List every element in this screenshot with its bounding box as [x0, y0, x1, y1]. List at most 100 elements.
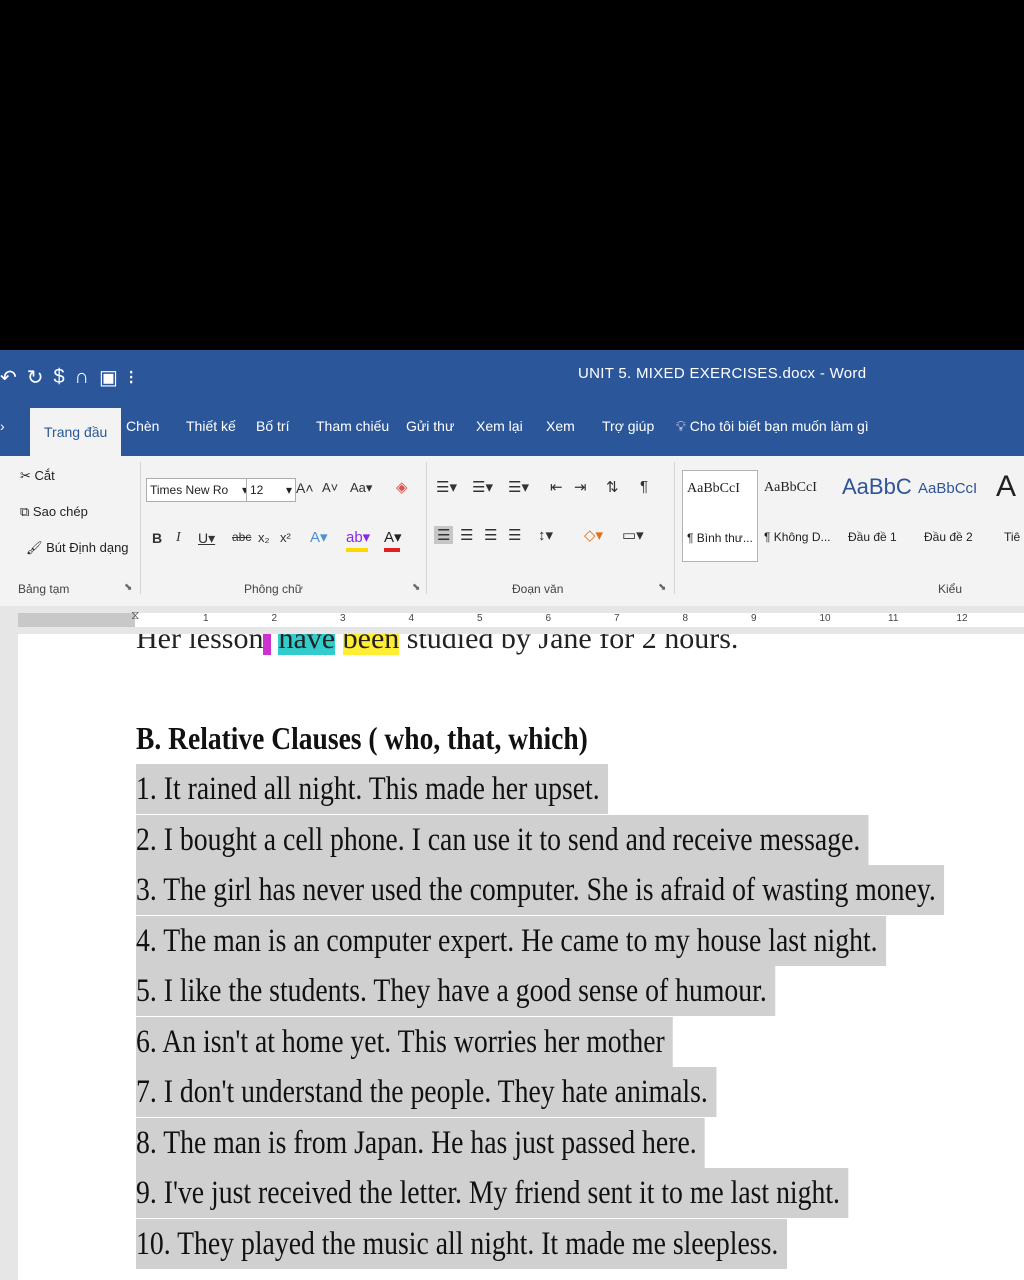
style-name: Tiê: [1004, 530, 1021, 544]
ruler-number: 12: [956, 613, 968, 624]
style-sample: A: [996, 470, 1017, 503]
exercise-text: 9. I've just received the letter. My fri…: [136, 1168, 849, 1218]
decrease-indent-icon[interactable]: ⇤: [550, 478, 563, 496]
align-center-icon[interactable]: ☰: [460, 526, 473, 544]
cut-button[interactable]: ✂ Cắt: [20, 468, 55, 484]
black-letterbox-top: [0, 0, 1024, 350]
underline-button[interactable]: U▾: [198, 530, 215, 547]
text-effects-icon[interactable]: A▾: [310, 528, 328, 546]
highlight-color-swatch: [346, 548, 368, 552]
tab-view[interactable]: Xem: [546, 418, 575, 434]
ruler-margin: [18, 613, 135, 627]
justify-icon[interactable]: ☰: [508, 526, 521, 544]
strikethrough-button[interactable]: abc: [232, 530, 251, 544]
style-sample: AaBbC: [842, 474, 912, 499]
style-no-spacing[interactable]: AaBbCcI ¶ Không D...: [760, 470, 834, 560]
repeat-icon[interactable]: $: [54, 366, 65, 389]
italic-button[interactable]: I: [176, 530, 181, 546]
change-case-button[interactable]: Aa▾: [350, 480, 372, 496]
font-group-label: Phông chữ: [244, 582, 303, 596]
tab-layout[interactable]: Bố trí: [256, 418, 289, 434]
clipboard-group-label: Bảng tạm: [18, 582, 70, 596]
borders-icon[interactable]: ▭▾: [622, 526, 644, 544]
exercise-line: 4. The man is an computer expert. He cam…: [136, 915, 1024, 967]
copy-button[interactable]: ⧉ Sao chép: [20, 504, 88, 520]
ruler-number: 10: [819, 613, 831, 624]
exercise-text: 1. It rained all night. This made her up…: [136, 764, 609, 814]
font-name-value: Times New Ro: [150, 483, 229, 497]
line-spacing-icon[interactable]: ↕▾: [538, 526, 553, 544]
ruler-number: 1: [203, 613, 209, 624]
highlight-color-icon[interactable]: ab▾: [346, 528, 370, 546]
exercise-list: 1. It rained all night. This made her up…: [136, 764, 1024, 1269]
tab-home[interactable]: Trang đầu: [30, 408, 122, 456]
ruler-number: 11: [888, 613, 899, 624]
ruler-number: 3: [340, 613, 346, 624]
exercise-line: 5. I like the students. They have a good…: [136, 966, 1024, 1017]
exercise-text: 5. I like the students. They have a good…: [136, 966, 776, 1016]
document-page[interactable]: Her lesson have been studied by Jane for…: [18, 634, 1024, 1280]
font-name-combo[interactable]: Times New Ro ▾: [146, 478, 252, 502]
subscript-button[interactable]: x₂: [258, 530, 270, 545]
tab-design[interactable]: Thiết kế: [186, 418, 236, 434]
sort-icon[interactable]: ⇅: [606, 478, 619, 496]
horizontal-ruler[interactable]: ⧖ 12345678910111213: [0, 606, 1024, 634]
exercise-line: 10. They played the music all night. It …: [136, 1218, 1024, 1270]
style-heading-2[interactable]: AaBbCcI Đầu đề 2: [914, 470, 988, 560]
group-separator: [140, 462, 141, 594]
increase-indent-icon[interactable]: ⇥: [574, 478, 587, 496]
cut-label: Cắt: [34, 468, 55, 483]
tell-me-search[interactable]: 💡︎ Cho tôi biết bạn muốn làm gì: [676, 418, 869, 435]
clipboard-launcher-icon[interactable]: ⬊: [124, 582, 132, 593]
exercise-text: 7. I don't understand the people. They h…: [136, 1067, 717, 1117]
superscript-button[interactable]: x²: [280, 530, 291, 545]
ruler-number: 9: [751, 613, 757, 624]
ruler-number: 5: [477, 613, 483, 624]
tab-mailings[interactable]: Gửi thư: [406, 418, 454, 434]
exercise-line: 7. I don't understand the people. They h…: [136, 1067, 1024, 1118]
multilevel-list-icon[interactable]: ☰▾: [508, 478, 529, 496]
font-size-combo[interactable]: 12 ▾: [246, 478, 296, 502]
bullets-icon[interactable]: ☰▾: [436, 478, 457, 496]
tab-review[interactable]: Xem lại: [476, 418, 523, 434]
align-right-icon[interactable]: ☰: [484, 526, 497, 544]
customize-icon[interactable]: ⁝: [128, 365, 134, 390]
group-separator: [426, 462, 427, 594]
exercise-line: 1. It rained all night. This made her up…: [136, 764, 1024, 815]
numbering-icon[interactable]: ☰▾: [472, 478, 493, 496]
file-tab-edge[interactable]: ›: [0, 418, 5, 434]
show-marks-icon[interactable]: ¶: [640, 478, 648, 495]
ruler-number: 2: [271, 613, 278, 624]
quick-access-toolbar: ↶ ↻ $ ∩ ▣ ⁝: [0, 364, 134, 390]
clear-formatting-icon[interactable]: ◈: [396, 478, 408, 496]
lightbulb-icon: 💡︎: [676, 418, 686, 434]
tab-references[interactable]: Tham chiếu: [316, 418, 389, 434]
exercise-text: 4. The man is an computer expert. He cam…: [136, 915, 886, 966]
style-heading-1[interactable]: AaBbC Đầu đề 1: [838, 470, 912, 560]
grow-font-button[interactable]: A˄: [296, 480, 314, 496]
exercise-line: 3. The girl has never used the computer.…: [136, 865, 1024, 916]
align-left-icon[interactable]: ☰: [434, 526, 454, 544]
save-icon[interactable]: ▣: [99, 365, 118, 390]
shrink-font-button[interactable]: A˅: [322, 480, 338, 495]
paragraph-launcher-icon[interactable]: ⬊: [658, 582, 666, 593]
ruler-number: 6: [545, 613, 552, 624]
font-launcher-icon[interactable]: ⬊: [412, 582, 420, 593]
undo-icon[interactable]: ↶: [0, 365, 17, 390]
style-title[interactable]: A Tiê: [992, 470, 1024, 560]
redo-icon[interactable]: ↻: [27, 365, 44, 390]
font-color-icon[interactable]: A▾: [384, 528, 402, 546]
format-painter-button[interactable]: 🖌︎ Bút Định dạng: [26, 540, 129, 556]
tab-insert[interactable]: Chèn: [126, 418, 159, 434]
shading-icon[interactable]: ◇▾: [584, 526, 603, 544]
ruler-number: 7: [614, 613, 620, 624]
ribbon-home: ✂ Cắt ⧉ Sao chép 🖌︎ Bút Định dạng Bảng t…: [0, 456, 1024, 607]
touch-mode-icon[interactable]: ∩: [75, 366, 89, 389]
style-sample: AaBbCcI: [918, 480, 978, 497]
copy-icon: ⧉: [20, 504, 30, 519]
style-name: ¶ Không D...: [764, 530, 831, 544]
style-sample: AaBbCcI: [687, 481, 740, 496]
tab-help[interactable]: Trợ giúp: [602, 418, 654, 434]
style-normal[interactable]: AaBbCcI ¶ Bình thư...: [682, 470, 758, 562]
bold-button[interactable]: B: [152, 530, 162, 546]
